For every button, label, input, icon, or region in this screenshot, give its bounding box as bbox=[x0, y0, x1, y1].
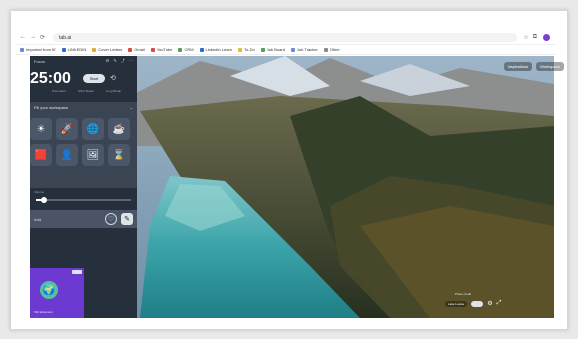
volume-knob[interactable] bbox=[40, 197, 47, 203]
bookmark-icon bbox=[238, 47, 243, 52]
bookmarks-bar: Imported from IE LINKEDIN Cover Letters Gma… bbox=[16, 45, 556, 55]
bookmark-item[interactable]: Job Board bbox=[260, 47, 285, 52]
bookmark-label: LINKEDIN bbox=[67, 47, 87, 52]
bookmark-icon bbox=[128, 47, 133, 52]
bookmark-item[interactable]: Other bbox=[323, 47, 340, 52]
bookmark-label: Job Board bbox=[266, 47, 285, 52]
workspace-footer-label: Add bbox=[34, 216, 42, 222]
extension-card[interactable]: 🌍 Tab Extension bbox=[30, 268, 84, 318]
edit-icon[interactable]: ✎ bbox=[113, 58, 116, 63]
bookmark-icon bbox=[290, 47, 295, 52]
workspace-tile[interactable]: 🟥 bbox=[30, 144, 52, 166]
bookmark-label: Gmail bbox=[134, 47, 145, 52]
share-icon[interactable]: ⤴ bbox=[121, 58, 125, 63]
workspace-grid: ☀ 🚀 🌐 ☕ 🟥 👤 🖼 ⌛ bbox=[30, 118, 137, 166]
bookmark-item[interactable]: Gmail bbox=[128, 47, 145, 52]
bookmark-item[interactable]: Job Tracker bbox=[290, 47, 318, 52]
panel-header: Focus ⚙ ✎ ⤴ ⋯ bbox=[30, 56, 137, 66]
edit-button[interactable]: ✎ bbox=[121, 213, 133, 225]
bookmark-icon bbox=[20, 47, 24, 52]
forward-icon[interactable]: → bbox=[30, 34, 36, 41]
photo-credit: Photo credit bbox=[455, 292, 472, 296]
profile-avatar[interactable] bbox=[543, 34, 550, 41]
address-bar[interactable]: tab.ai bbox=[53, 33, 518, 42]
reset-icon[interactable]: ⟲ bbox=[110, 74, 116, 82]
chevron-down-icon[interactable]: ⌄ bbox=[130, 105, 133, 110]
bookmark-label: Job Tracker bbox=[296, 47, 318, 52]
toggle-switch[interactable] bbox=[471, 300, 484, 307]
heart-icon[interactable]: ♡ bbox=[105, 213, 117, 225]
bookmark-item[interactable]: To-Do bbox=[238, 47, 255, 52]
timer-display: 25:00 bbox=[30, 70, 71, 87]
workspace-tile[interactable]: ⌛ bbox=[108, 144, 130, 166]
workspace-tile[interactable]: ☀ bbox=[30, 118, 52, 140]
globe-icon: 🌍 bbox=[40, 281, 58, 299]
fullscreen-icon[interactable]: ⤢ bbox=[497, 300, 502, 307]
bookmark-label: CRM bbox=[184, 47, 194, 52]
location-label[interactable]: Lake Louise bbox=[445, 300, 468, 307]
settings-icon[interactable]: ⚙ bbox=[487, 300, 492, 307]
bookmark-icon bbox=[199, 47, 204, 52]
workspace-tile[interactable]: 👤 bbox=[56, 144, 78, 166]
workspace-tile[interactable]: 🌐 bbox=[82, 118, 104, 140]
bookmark-label: Other bbox=[329, 47, 340, 52]
workspace-actions: ♡ ✎ bbox=[105, 213, 133, 225]
bookmark-item[interactable]: Imported from IE bbox=[20, 47, 56, 52]
workspace-tile[interactable]: ☕ bbox=[108, 118, 130, 140]
volume-slider[interactable] bbox=[36, 197, 131, 203]
focus-panel: Focus ⚙ ✎ ⤴ ⋯ 25:00 Start ⟲ Pomodoro Sho… bbox=[30, 56, 137, 318]
panel-icons: ⚙ ✎ ⤴ ⋯ bbox=[103, 58, 133, 64]
bottom-right-controls: Lake Louise ⚙ ⤢ bbox=[445, 300, 501, 307]
back-icon[interactable]: ← bbox=[20, 34, 26, 41]
mode-pomodoro[interactable]: Pomodoro bbox=[52, 89, 66, 93]
volume-slider-area: Volume bbox=[30, 190, 137, 206]
workspace-tile[interactable]: 🚀 bbox=[56, 118, 78, 140]
workspace-title: Fill your workspace bbox=[34, 104, 69, 110]
bookmark-label: Cover Letters bbox=[98, 47, 123, 52]
inspirations-button[interactable]: Inspirations bbox=[503, 62, 533, 71]
star-icon[interactable]: ☆ bbox=[523, 34, 528, 41]
start-label: Start bbox=[89, 76, 99, 81]
workspace-section: Fill your workspace ⌄ ☀ 🚀 🌐 ☕ 🟥 👤 🖼 ⌛ Add ♡ ✎ bbox=[30, 102, 137, 228]
bookmark-item[interactable]: Cover Letters bbox=[92, 47, 122, 52]
panel-title: Focus bbox=[34, 58, 45, 64]
bookmark-item[interactable]: YouTube bbox=[150, 47, 173, 52]
bookmark-icon bbox=[92, 47, 97, 52]
start-button[interactable]: Start bbox=[83, 74, 105, 83]
bookmark-item[interactable]: LinkedIn Learn bbox=[199, 47, 233, 52]
bookmark-item[interactable]: CRM bbox=[178, 47, 194, 52]
bookmark-icon bbox=[150, 47, 155, 52]
bookmark-icon bbox=[260, 47, 265, 52]
close-icon[interactable] bbox=[72, 270, 82, 274]
bookmark-icon bbox=[178, 47, 183, 52]
timer-modes: Pomodoro Short Break Long Break bbox=[52, 89, 121, 93]
volume-label: Volume bbox=[34, 190, 45, 194]
extension-caption: Tab Extension bbox=[34, 310, 53, 314]
top-right-controls: Inspirations Workspace bbox=[503, 62, 564, 71]
mode-short-break[interactable]: Short Break bbox=[78, 89, 94, 93]
bookmark-label: Imported from IE bbox=[26, 47, 56, 52]
bookmark-label: YouTube bbox=[156, 47, 173, 52]
bookmark-label: To-Do bbox=[244, 47, 255, 52]
workspace-button[interactable]: Workspace bbox=[536, 62, 564, 71]
url-text: tab.ai bbox=[59, 34, 72, 41]
browser-toolbar: ← → ⟳ tab.ai ☆ ⧉ bbox=[16, 31, 556, 45]
more-icon[interactable]: ⋯ bbox=[129, 58, 133, 63]
gear-icon[interactable]: ⚙ bbox=[106, 58, 110, 63]
reload-icon[interactable]: ⟳ bbox=[40, 34, 45, 41]
bookmark-icon bbox=[61, 47, 66, 52]
extensions: ☆ ⧉ bbox=[523, 34, 537, 41]
bookmark-label: LinkedIn Learn bbox=[205, 47, 233, 52]
bookmark-item[interactable]: LINKEDIN bbox=[61, 47, 87, 52]
workspace-footer: Add ♡ ✎ bbox=[30, 210, 137, 228]
nav-buttons: ← → ⟳ bbox=[20, 34, 45, 41]
workspace-header: Fill your workspace ⌄ bbox=[30, 102, 137, 112]
mode-long-break[interactable]: Long Break bbox=[106, 89, 121, 93]
workspace-tile[interactable]: 🖼 bbox=[82, 144, 104, 166]
bookmark-icon bbox=[323, 47, 328, 52]
puzzle-icon[interactable]: ⧉ bbox=[533, 34, 537, 41]
